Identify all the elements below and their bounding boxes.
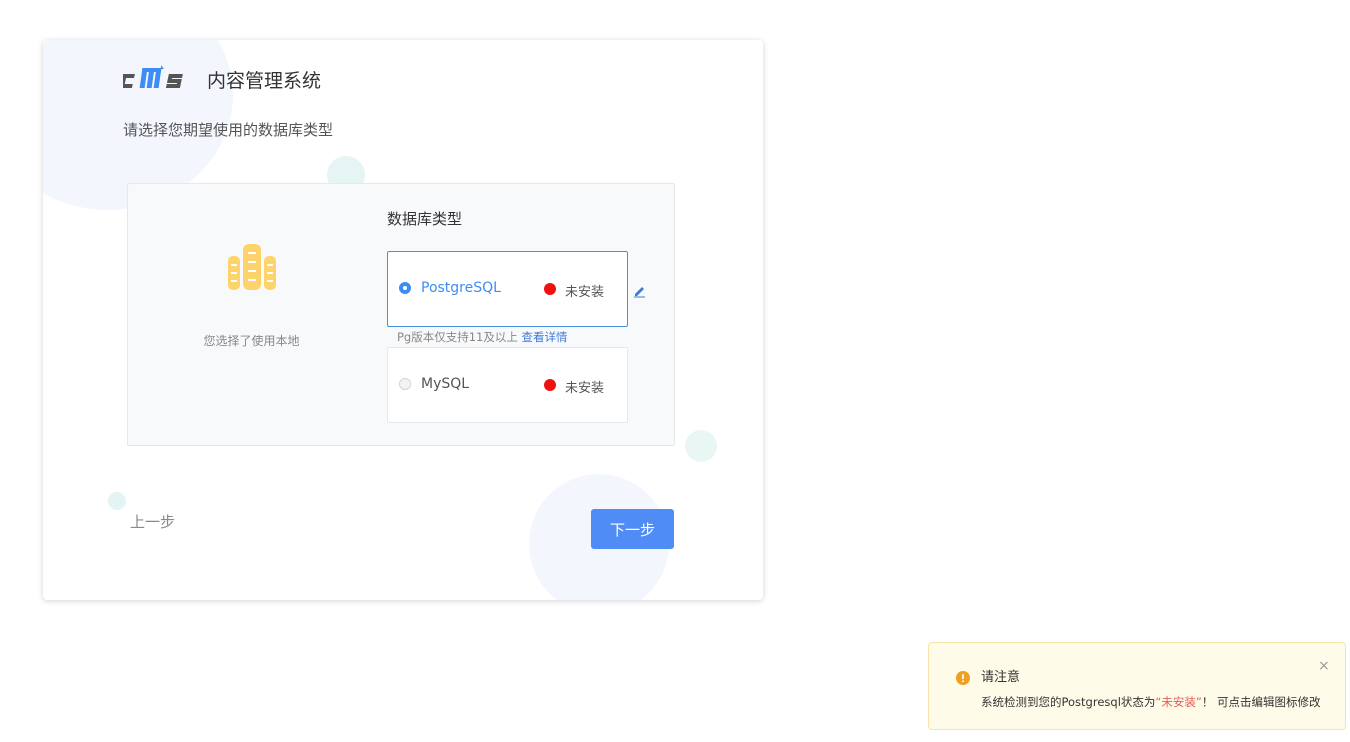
radio-button[interactable] (399, 378, 411, 390)
database-icon (228, 244, 276, 292)
option-label: PostgreSQL (421, 280, 501, 296)
notice-body-text: 系统检测到您的Postgresql状态为 (981, 695, 1156, 709)
install-card: 内容管理系统 请选择您期望使用的数据库类型 您选择了使用本地 数据库类型 Pos… (43, 40, 763, 600)
cms-logo-icon (123, 64, 187, 90)
system-title: 内容管理系统 (207, 70, 322, 92)
prev-step-button[interactable]: 上一步 (130, 511, 175, 532)
status-text: 未安装 (565, 381, 605, 396)
next-step-button[interactable]: 下一步 (591, 509, 674, 549)
warning-notification: 请注意 × 系统检测到您的Postgresql状态为“未安装”！ 可点击编辑图标… (928, 642, 1346, 730)
notice-body-suffix: ！ 可点击编辑图标修改 (1201, 695, 1321, 709)
mysql-option[interactable]: MySQL 未安装 (387, 347, 628, 423)
decoration-circle (685, 430, 717, 462)
status-dot-icon (544, 379, 556, 391)
page-subtitle: 请选择您期望使用的数据库类型 (123, 121, 334, 139)
version-note: Pg版本仅支持11及以上 查看详情 (397, 329, 568, 345)
notice-title: 请注意 (981, 670, 1021, 685)
database-panel: 您选择了使用本地 数据库类型 PostgreSQL 未安装 Pg版本仅支持11及… (127, 183, 675, 446)
notice-body: 系统检测到您的Postgresql状态为“未安装”！ 可点击编辑图标修改 (981, 696, 1331, 708)
version-note-text: Pg版本仅支持11及以上 (397, 330, 518, 344)
decoration-circle (108, 492, 126, 510)
postgresql-option[interactable]: PostgreSQL 未安装 (387, 251, 628, 327)
local-db-text: 您选择了使用本地 (203, 334, 300, 348)
status-text: 未安装 (565, 285, 605, 300)
db-type-label: 数据库类型 (387, 210, 463, 228)
status-dot-icon (544, 283, 556, 295)
pencil-icon[interactable] (633, 283, 647, 298)
option-label: MySQL (421, 376, 470, 392)
radio-button[interactable] (399, 282, 411, 294)
close-icon[interactable]: × (1318, 658, 1330, 674)
view-details-link[interactable]: 查看详情 (522, 330, 568, 344)
warning-icon (956, 670, 970, 685)
notice-status-highlight: “未安装” (1155, 695, 1202, 709)
